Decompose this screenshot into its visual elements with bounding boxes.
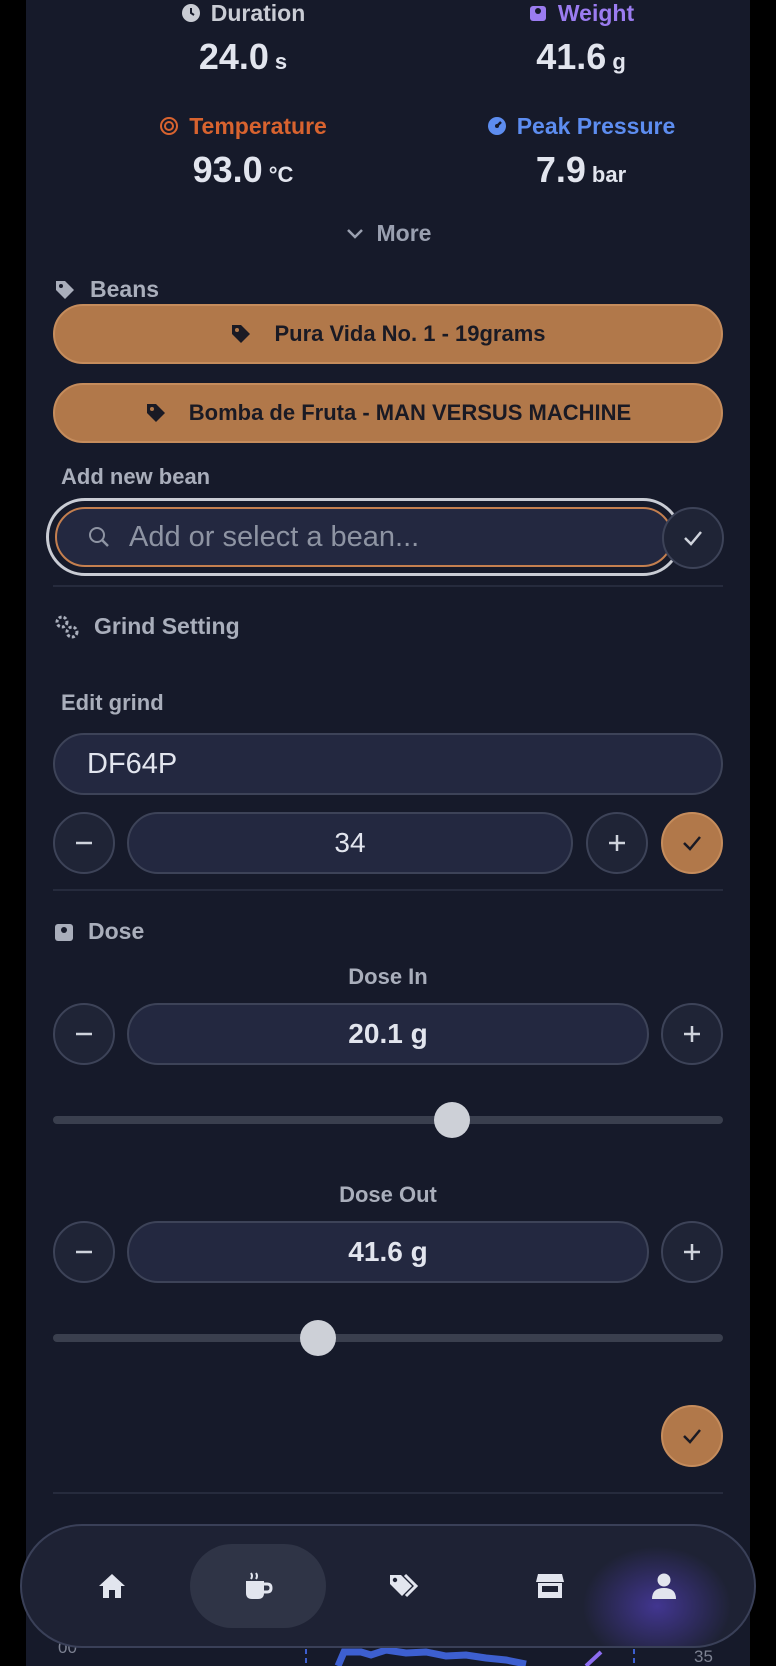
dose-out-value-field[interactable]: 41.6 g xyxy=(127,1221,649,1283)
coffee-cup-icon xyxy=(246,1572,273,1599)
stat-label: Peak Pressure xyxy=(516,112,676,139)
dose-in-decrement-button[interactable] xyxy=(53,1003,115,1065)
nav-shots[interactable] xyxy=(190,1544,326,1628)
tag-icon xyxy=(146,404,165,422)
target-icon xyxy=(160,117,179,135)
dose-in-increment-button[interactable] xyxy=(661,1003,723,1065)
nav-profile[interactable] xyxy=(596,1544,732,1628)
section-title: Dose xyxy=(88,918,145,944)
grind-section-label: Grind Setting xyxy=(54,613,240,640)
minus-icon xyxy=(76,841,92,845)
stat-duration: Duration 24.0 s xyxy=(78,0,408,78)
gears-icon xyxy=(55,615,79,638)
dose-out-slider[interactable] xyxy=(53,1320,723,1356)
chart-line-weight xyxy=(584,1650,603,1666)
check-icon xyxy=(684,531,702,546)
store-icon xyxy=(536,1574,564,1598)
home-icon xyxy=(99,1574,125,1598)
more-toggle[interactable]: More xyxy=(26,220,750,247)
stat-value: 93.0 xyxy=(192,149,263,190)
dose-out-label: Dose Out xyxy=(339,1182,437,1207)
tags-icon xyxy=(390,1573,419,1598)
confirm-bean-button[interactable] xyxy=(662,507,724,569)
nav-home[interactable] xyxy=(44,1544,180,1628)
chart-line-pressure xyxy=(334,1646,527,1666)
edit-grind-label: Edit grind xyxy=(61,690,164,715)
minus-icon xyxy=(76,1250,92,1254)
beans-section-label: Beans xyxy=(54,276,159,303)
bottom-nav xyxy=(20,1524,756,1648)
search-icon xyxy=(89,527,109,547)
grinder-field[interactable]: DF64P xyxy=(53,733,723,795)
check-icon xyxy=(683,1429,701,1444)
grind-value-field[interactable]: 34 xyxy=(127,812,573,874)
dose-in-slider-thumb[interactable] xyxy=(433,1102,470,1138)
stat-value: 24.0 xyxy=(198,36,269,77)
section-title: Grind Setting xyxy=(94,613,240,639)
grind-decrement-button[interactable] xyxy=(53,812,115,874)
tag-icon xyxy=(232,325,251,343)
confirm-grind-button[interactable] xyxy=(661,812,723,874)
stat-peak-pressure: Peak Pressure 7.9 bar xyxy=(416,113,746,191)
grind-increment-button[interactable] xyxy=(586,812,648,874)
minus-icon xyxy=(76,1032,92,1036)
dose-in-slider[interactable] xyxy=(53,1102,723,1138)
bean-name: Pura Vida No. 1 - 19grams xyxy=(274,321,546,346)
divider xyxy=(53,585,723,587)
dose-section-label: Dose xyxy=(54,918,144,945)
stat-label: Duration xyxy=(210,0,306,26)
bean-search-focus-ring xyxy=(46,498,682,576)
stat-value: 41.6 xyxy=(536,36,607,77)
stat-value: 7.9 xyxy=(535,149,586,190)
stat-weight: Weight 41.6 g xyxy=(416,0,746,78)
plus-icon xyxy=(684,1026,700,1042)
stat-label: Weight xyxy=(557,0,635,26)
dose-in-value-field[interactable]: 20.1 g xyxy=(127,1003,649,1065)
bean-search-input[interactable] xyxy=(129,520,609,554)
confirm-dose-button[interactable] xyxy=(661,1405,723,1467)
divider xyxy=(53,889,723,891)
stat-unit: bar xyxy=(591,162,627,187)
more-label: More xyxy=(376,220,432,246)
section-title: Beans xyxy=(90,276,160,302)
chevron-down-icon xyxy=(346,229,363,239)
dose-in-label: Dose In xyxy=(348,964,428,989)
gauge-icon xyxy=(487,117,506,135)
bean-search-box xyxy=(55,507,673,567)
stat-temperature: Temperature 93.0 °C xyxy=(78,113,408,191)
scale-icon xyxy=(529,6,546,21)
plus-icon xyxy=(684,1244,700,1260)
stat-unit: °C xyxy=(268,162,294,187)
shot-detail-page: Duration 24.0 s Weight 41.6 g Temperature … xyxy=(26,0,750,1666)
chart-tick-right: 35 xyxy=(694,1647,713,1666)
bean-name: Bomba de Fruta - MAN VERSUS MACHINE xyxy=(188,400,632,425)
dose-out-decrement-button[interactable] xyxy=(53,1221,115,1283)
add-bean-label: Add new bean xyxy=(61,464,211,489)
dose-out-slider-thumb[interactable] xyxy=(299,1320,336,1356)
stat-unit: g xyxy=(612,49,626,74)
user-icon xyxy=(652,1573,676,1599)
bean-chip[interactable]: Bomba de Fruta - MAN VERSUS MACHINE xyxy=(53,383,723,443)
check-icon xyxy=(683,836,701,851)
bean-chip[interactable]: Pura Vida No. 1 - 19grams xyxy=(53,304,723,364)
nav-beans[interactable] xyxy=(336,1544,472,1628)
plus-icon xyxy=(609,835,625,851)
scale-icon xyxy=(55,923,73,941)
stat-label: Temperature xyxy=(189,112,327,139)
dose-out-increment-button[interactable] xyxy=(661,1221,723,1283)
divider xyxy=(53,1492,723,1494)
clock-icon xyxy=(181,4,200,22)
tag-icon xyxy=(56,280,74,299)
stat-unit: s xyxy=(274,49,288,74)
